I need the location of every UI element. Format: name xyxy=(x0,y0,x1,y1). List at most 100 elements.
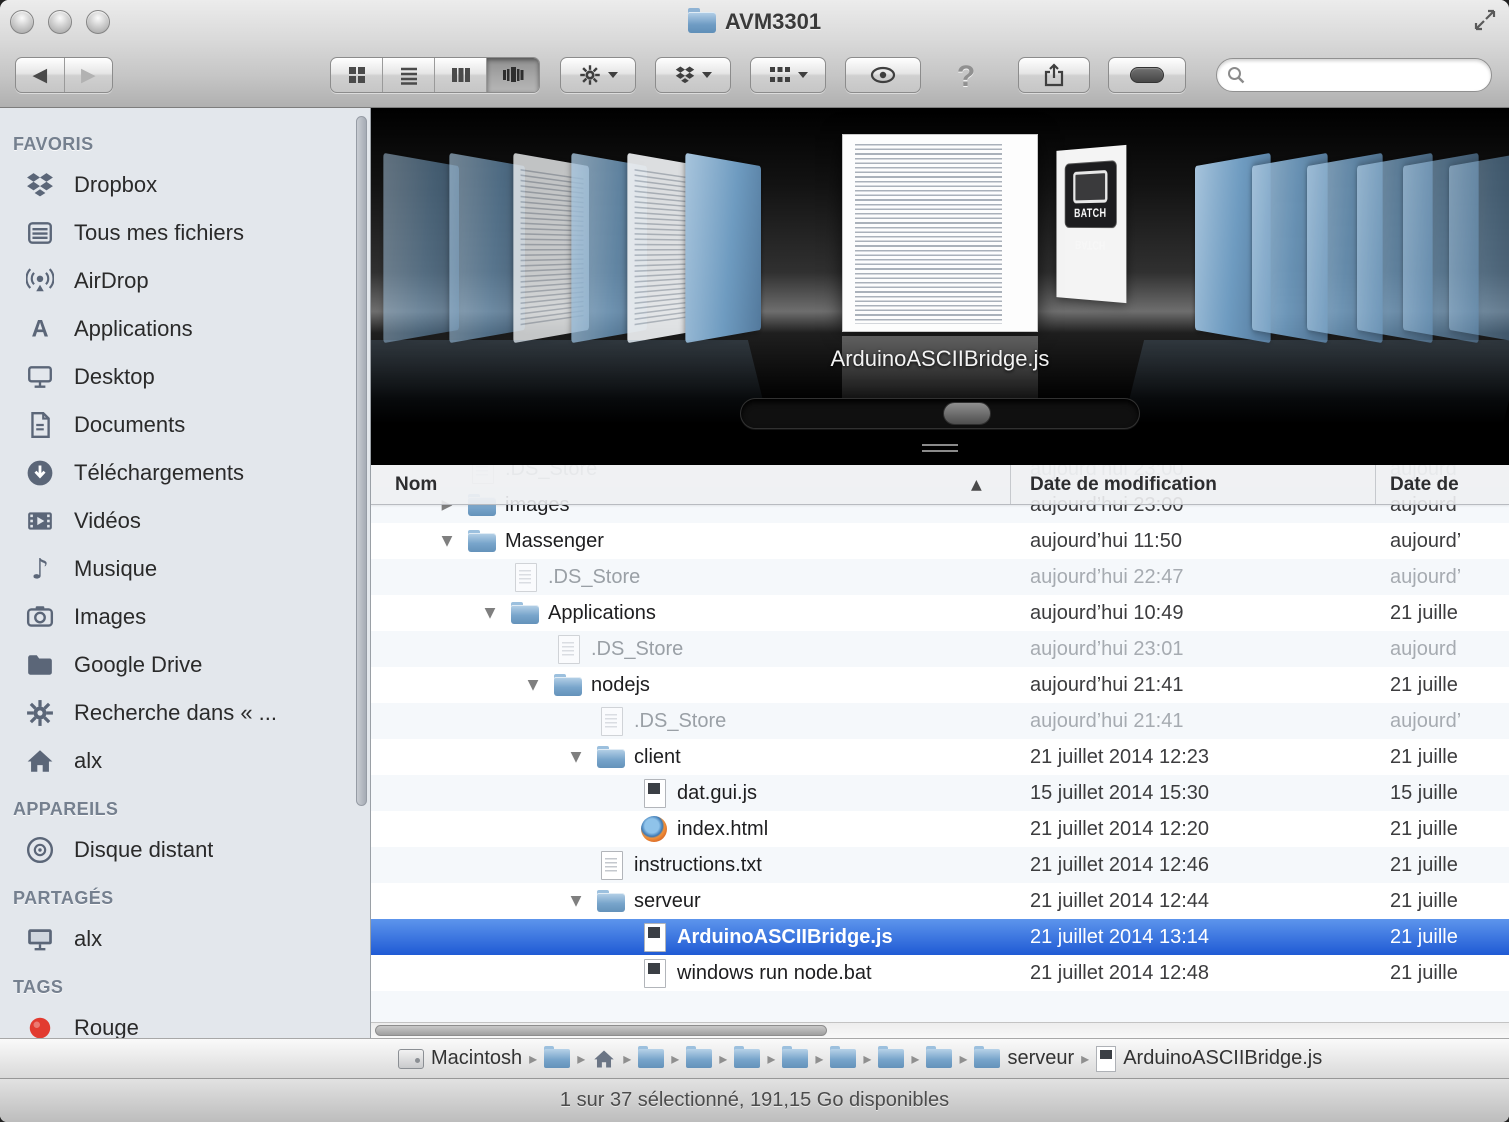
share-button[interactable] xyxy=(1018,57,1090,93)
sidebar-item-label: Rouge xyxy=(74,1015,139,1038)
coverflow-scrubber[interactable] xyxy=(740,398,1140,429)
table-row[interactable]: instructions.txt 21 juillet 2014 12:46 2… xyxy=(371,847,1509,883)
table-row[interactable]: serveur 21 juillet 2014 12:44 21 juille xyxy=(371,883,1509,919)
date-modified: 21 juillet 2014 12:46 xyxy=(1030,854,1209,877)
table-row[interactable]: Applications aujourd’hui 10:49 21 juille xyxy=(371,595,1509,631)
disclosure-triangle[interactable] xyxy=(470,605,510,621)
toolbar-toggle-button[interactable] xyxy=(1108,57,1186,93)
table-row-selected[interactable]: ArduinoASCIIBridge.js 21 juillet 2014 13… xyxy=(371,919,1509,955)
toolbar: ◀ ▶ xyxy=(0,44,1509,108)
sidebar-item-label: Images xyxy=(74,604,146,630)
sidebar-scrollbar[interactable] xyxy=(356,116,367,806)
sidebar-item-label: Téléchargements xyxy=(74,460,244,486)
coverflow-resize-handle[interactable] xyxy=(371,444,1509,452)
sidebar-item-images[interactable]: Images xyxy=(0,593,370,641)
document-icon xyxy=(553,634,583,664)
column-divider[interactable] xyxy=(1010,465,1011,504)
path-item-folder[interactable] xyxy=(544,1049,570,1068)
arrange-menu-button[interactable] xyxy=(750,57,826,93)
path-item-serveur[interactable]: serveur xyxy=(974,1047,1074,1070)
disclosure-triangle[interactable] xyxy=(556,893,596,909)
batch-file-icon xyxy=(639,958,669,988)
sidebar-item-shared-alx[interactable]: alx xyxy=(0,915,370,963)
fullscreen-button[interactable] xyxy=(1473,8,1497,37)
path-item-folder[interactable] xyxy=(686,1049,712,1068)
batch-file-icon: BATCH xyxy=(1065,160,1117,228)
proxy-folder-icon[interactable] xyxy=(688,12,716,33)
disclosure-triangle[interactable] xyxy=(427,533,467,549)
sidebar-item-airdrop[interactable]: AirDrop xyxy=(0,257,370,305)
quicklook-button[interactable] xyxy=(845,57,921,93)
action-menu-button[interactable] xyxy=(560,57,636,93)
sidebar-item-dropbox[interactable]: Dropbox xyxy=(0,161,370,209)
column-header-name[interactable]: Nom xyxy=(395,465,437,505)
path-item-folder[interactable] xyxy=(734,1049,760,1068)
batch-label-reflection: BATCH xyxy=(1075,238,1106,253)
view-switcher xyxy=(330,57,540,93)
horizontal-scrollbar-thumb[interactable] xyxy=(375,1025,827,1036)
sidebar-item-applications[interactable]: A Applications xyxy=(0,305,370,353)
path-item-folder[interactable] xyxy=(878,1049,904,1068)
sidebar-item-tag-rouge[interactable]: Rouge xyxy=(0,1004,370,1038)
path-item-folder[interactable] xyxy=(830,1049,856,1068)
table-row[interactable]: dat.gui.js 15 juillet 2014 15:30 15 juil… xyxy=(371,775,1509,811)
table-row[interactable]: index.html 21 juillet 2014 12:20 21 juil… xyxy=(371,811,1509,847)
path-item-folder[interactable] xyxy=(638,1049,664,1068)
horizontal-scrollbar[interactable] xyxy=(371,1022,1509,1038)
sidebar-item-smart-search[interactable]: Recherche dans « ... xyxy=(0,689,370,737)
path-item-home[interactable] xyxy=(592,1048,616,1070)
sidebar-item-downloads[interactable]: Téléchargements xyxy=(0,449,370,497)
path-item-disk[interactable]: Macintosh xyxy=(398,1047,522,1070)
path-separator: ▸ xyxy=(671,1049,679,1068)
search-input[interactable] xyxy=(1245,61,1491,89)
table-row[interactable]: windows run node.bat 21 juillet 2014 12:… xyxy=(371,955,1509,991)
disclosure-triangle[interactable] xyxy=(556,749,596,765)
document-icon xyxy=(510,562,540,592)
sidebar-item-documents[interactable]: Documents xyxy=(0,401,370,449)
path-item-file[interactable]: ArduinoASCIIBridge.js xyxy=(1096,1046,1322,1072)
column-header-date-modified[interactable]: Date de modification xyxy=(1030,465,1217,505)
table-row[interactable]: .DS_Store aujourd’hui 21:41 aujourd’ xyxy=(371,703,1509,739)
table-row[interactable]: nodejs aujourd’hui 21:41 21 juille xyxy=(371,667,1509,703)
sidebar-item-videos[interactable]: Vidéos xyxy=(0,497,370,545)
sidebar-item-all-my-files[interactable]: Tous mes fichiers xyxy=(0,209,370,257)
folder-icon xyxy=(596,742,626,772)
coverflow-view-button[interactable] xyxy=(487,58,539,92)
coverflow-folder-thumb[interactable] xyxy=(685,153,761,343)
sidebar-item-home-alx[interactable]: alx xyxy=(0,737,370,785)
coverflow-folder-thumb[interactable] xyxy=(1449,153,1509,343)
help-button[interactable]: ? xyxy=(948,60,984,94)
date-modified: aujourd’hui 23:01 xyxy=(1030,638,1183,661)
forward-button[interactable]: ▶ xyxy=(65,58,113,92)
column-view-button[interactable] xyxy=(435,58,487,92)
path-item-folder[interactable] xyxy=(782,1049,808,1068)
column-header-date2[interactable]: Date de xyxy=(1390,465,1459,505)
title-bar[interactable]: AVM3301 xyxy=(0,0,1509,44)
scrubber-thumb[interactable] xyxy=(943,402,991,425)
table-row[interactable]: .DS_Store aujourd’hui 22:47 aujourd’ xyxy=(371,559,1509,595)
sidebar-item-desktop[interactable]: Desktop xyxy=(0,353,370,401)
list-view-button[interactable] xyxy=(383,58,435,92)
table-row[interactable]: Massenger aujourd’hui 11:50 aujourd’ xyxy=(371,523,1509,559)
column-divider[interactable] xyxy=(1375,465,1376,504)
table-row[interactable]: client 21 juillet 2014 12:23 21 juille xyxy=(371,739,1509,775)
coverflow-selected-preview[interactable] xyxy=(842,134,1038,332)
dropdown-caret-icon xyxy=(608,72,618,78)
dropbox-menu-button[interactable] xyxy=(655,57,731,93)
date-modified: 15 juillet 2014 15:30 xyxy=(1030,782,1209,805)
svg-text:A: A xyxy=(31,317,48,343)
path-item-folder[interactable] xyxy=(926,1049,952,1068)
coverflow-folder-thumb[interactable] xyxy=(383,153,459,343)
search-field[interactable] xyxy=(1216,58,1492,92)
sidebar-item-music[interactable]: ♪ Musique xyxy=(0,545,370,593)
coverflow-batch-thumb[interactable]: BATCH BATCH xyxy=(1056,145,1126,303)
table-row[interactable]: .DS_Store aujourd’hui 23:01 aujourd xyxy=(371,631,1509,667)
sort-ascending-icon[interactable]: ▲ xyxy=(971,465,982,505)
back-button[interactable]: ◀ xyxy=(16,58,65,92)
disclosure-triangle[interactable] xyxy=(513,677,553,693)
file-name: ArduinoASCIIBridge.js xyxy=(677,926,893,949)
sidebar-item-google-drive[interactable]: Google Drive xyxy=(0,641,370,689)
sidebar-item-remote-disc[interactable]: Disque distant xyxy=(0,826,370,874)
icon-view-button[interactable] xyxy=(331,58,383,92)
coverflow-browser[interactable]: BATCH BATCH ArduinoASCIIBridge.js xyxy=(371,108,1509,465)
